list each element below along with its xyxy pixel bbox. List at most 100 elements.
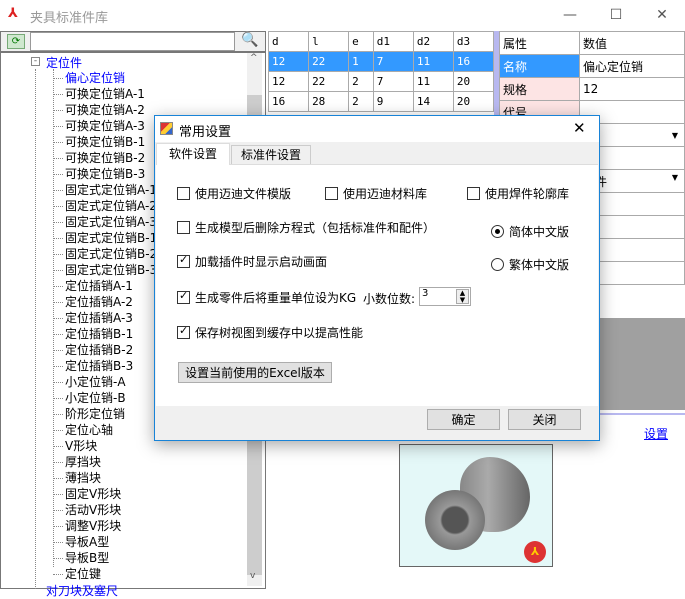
tree-item[interactable]: 固定式定位销A-3 bbox=[53, 214, 157, 230]
tree-item[interactable]: 可换定位销A-2 bbox=[53, 102, 145, 118]
tree-item[interactable]: 可换定位销A-1 bbox=[53, 86, 145, 102]
use-template-checkbox[interactable]: 使用迈迪文件模版 bbox=[177, 185, 291, 202]
tree-item[interactable]: 固定式定位销B-1 bbox=[52, 230, 157, 246]
tab-panel: 使用迈迪文件模版 使用迈迪材料库 使用焊件轮廓库 生成模型后删除方程式（包括标准… bbox=[156, 164, 598, 406]
table-row[interactable]: 16 28 2 9 14 20 bbox=[267, 91, 495, 112]
spin-arrows-icon[interactable]: ▲ ▼ bbox=[456, 289, 469, 304]
delete-equations-checkbox[interactable]: 生成模型后删除方程式（包括标准件和配件） bbox=[177, 219, 435, 236]
column-header[interactable]: d1 bbox=[372, 31, 414, 52]
column-header[interactable]: d bbox=[267, 31, 310, 52]
tree-item[interactable]: 可换定位销B-2 bbox=[52, 150, 145, 166]
checkbox-box[interactable] bbox=[177, 187, 190, 200]
tree-item[interactable]: 定位插销B-1 bbox=[52, 326, 133, 342]
close-button[interactable]: 关闭 bbox=[508, 409, 581, 430]
part-preview-image: ⅄ bbox=[399, 444, 553, 567]
decimals-label: 小数位数: bbox=[363, 292, 416, 306]
decimals-value[interactable]: 3 bbox=[422, 288, 428, 299]
set-excel-version-button[interactable]: 设置当前使用的Excel版本 bbox=[178, 362, 332, 383]
tree-item[interactable]: 小定位销-B bbox=[53, 390, 126, 406]
checkbox-box[interactable] bbox=[177, 253, 190, 268]
close-window-button[interactable]: ✕ bbox=[639, 0, 685, 31]
table-row[interactable]: 12 22 1 7 11 16 bbox=[267, 51, 495, 72]
radio-button[interactable] bbox=[491, 258, 504, 271]
tree-item[interactable]: 可换定位销B-3 bbox=[52, 166, 145, 182]
tree-item[interactable]: 定位插销B-3 bbox=[52, 358, 133, 374]
property-value[interactable]: 12 bbox=[579, 77, 685, 101]
tree-item[interactable]: 定位插销B-2 bbox=[52, 342, 133, 358]
dialog-app-icon bbox=[160, 122, 173, 135]
tree-item[interactable]: 薄挡块 bbox=[52, 470, 101, 486]
search-toolbar: ⟳ 🔍 bbox=[0, 31, 266, 52]
decimals-stepper[interactable]: 3 ▲ ▼ bbox=[419, 287, 471, 306]
tree-root-node[interactable]: 对刀块及塞尺 bbox=[46, 582, 118, 599]
tree-item[interactable]: 调整V形块 bbox=[52, 518, 121, 534]
tree-root-node[interactable]: 定位件 bbox=[46, 54, 82, 71]
checkbox-box[interactable] bbox=[467, 187, 480, 200]
app-logo-icon: ⅄ bbox=[8, 6, 18, 21]
tree-item[interactable]: 导板A型 bbox=[52, 534, 109, 550]
title-bar: ⅄ 夹具标准件库 — ☐ ✕ bbox=[0, 0, 685, 31]
property-value[interactable]: 偏心定位销 bbox=[579, 54, 685, 78]
refresh-icon[interactable]: ⟳ bbox=[7, 34, 25, 49]
property-header: 属性 bbox=[499, 31, 580, 55]
tree-item[interactable]: 定位插销A-3 bbox=[53, 310, 133, 326]
collapse-icon[interactable]: - bbox=[31, 57, 40, 66]
tree-item[interactable]: 定位键 bbox=[52, 566, 101, 582]
show-splash-checkbox[interactable]: 加载插件时显示启动画面 bbox=[177, 253, 327, 270]
tree-item[interactable]: 可换定位销A-3 bbox=[53, 118, 145, 134]
tree-item[interactable]: 偏心定位销 bbox=[52, 70, 125, 86]
dialog-title: 常用设置 bbox=[179, 125, 232, 140]
tree-item[interactable]: 定位插销A-1 bbox=[53, 278, 133, 294]
checkbox-box[interactable] bbox=[177, 221, 190, 234]
scroll-down-icon[interactable]: v bbox=[250, 571, 255, 581]
scroll-up-icon[interactable]: ^ bbox=[250, 53, 258, 63]
radio-simplified-chinese[interactable]: 简体中文版 bbox=[491, 223, 569, 240]
tree-item[interactable]: V形块 bbox=[52, 438, 97, 454]
tree-item[interactable]: 固定V形块 bbox=[52, 486, 121, 502]
tree-item[interactable]: 定位插销A-2 bbox=[53, 294, 133, 310]
set-kg-checkbox[interactable]: 生成零件后将重量单位设为KG bbox=[177, 289, 356, 306]
table-row[interactable]: 12 22 2 7 11 20 bbox=[267, 71, 495, 92]
checkbox-box[interactable] bbox=[325, 187, 338, 200]
spec-table[interactable]: d l e d1 d2 d3 12 22 1 7 11 16 12 22 2 7 11 20 16 28 2 9 14… bbox=[267, 31, 495, 112]
settings-dialog: 常用设置 ✕ 软件设置 标准件设置 使用迈迪文件模版 使用迈迪材料库 使用焊件轮… bbox=[154, 115, 600, 441]
tab-software-settings[interactable]: 软件设置 bbox=[156, 143, 230, 165]
tree-item[interactable]: 固定式定位销B-2 bbox=[52, 246, 157, 262]
tree-item[interactable]: 固定式定位销A-2 bbox=[53, 198, 157, 214]
dropdown-icon[interactable]: ▼ bbox=[672, 173, 684, 182]
property-name[interactable]: 名称 bbox=[499, 54, 580, 78]
save-tree-cache-checkbox[interactable]: 保存树视图到缓存中以提高性能 bbox=[177, 324, 363, 341]
checkbox-box[interactable] bbox=[177, 289, 190, 304]
column-header[interactable]: e bbox=[348, 31, 374, 52]
maximize-button[interactable]: ☐ bbox=[593, 0, 639, 31]
ok-button[interactable]: 确定 bbox=[427, 409, 500, 430]
use-material-checkbox[interactable]: 使用迈迪材料库 bbox=[325, 185, 427, 202]
tree-item[interactable]: 厚挡块 bbox=[52, 454, 101, 470]
value-header: 数值 bbox=[579, 31, 685, 55]
checkbox-box[interactable] bbox=[177, 324, 190, 339]
column-header[interactable]: l bbox=[308, 31, 350, 52]
tree-item[interactable]: 小定位销-A bbox=[53, 374, 126, 390]
search-icon[interactable]: 🔍 bbox=[239, 32, 261, 51]
settings-link[interactable]: 设置 bbox=[644, 425, 668, 442]
brand-logo-icon: ⅄ bbox=[524, 541, 546, 563]
column-header[interactable]: d3 bbox=[452, 31, 495, 52]
tree-item[interactable]: 阶形定位销 bbox=[52, 406, 125, 422]
column-header[interactable]: d2 bbox=[412, 31, 454, 52]
radio-button[interactable] bbox=[491, 225, 504, 238]
minimize-button[interactable]: — bbox=[547, 0, 593, 31]
tree-item[interactable]: 固定式定位销B-3 bbox=[52, 262, 157, 278]
property-name[interactable]: 规格 bbox=[499, 77, 580, 101]
tree-item[interactable]: 导板B型 bbox=[52, 550, 109, 566]
dialog-close-button[interactable]: ✕ bbox=[573, 119, 586, 137]
radio-traditional-chinese[interactable]: 繁体中文版 bbox=[491, 256, 569, 273]
dialog-title-bar: 常用设置 ✕ bbox=[155, 116, 599, 142]
window-title: 夹具标准件库 bbox=[30, 11, 109, 26]
tree-item[interactable]: 活动V形块 bbox=[52, 502, 121, 518]
tree-item[interactable]: 可换定位销B-1 bbox=[52, 134, 145, 150]
tab-standard-part-settings[interactable]: 标准件设置 bbox=[231, 145, 311, 165]
tree-item[interactable]: 固定式定位销A-1 bbox=[53, 182, 157, 198]
tree-item[interactable]: 定位心轴 bbox=[52, 422, 113, 438]
use-weld-profile-checkbox[interactable]: 使用焊件轮廓库 bbox=[467, 185, 569, 202]
search-input[interactable] bbox=[30, 32, 235, 51]
